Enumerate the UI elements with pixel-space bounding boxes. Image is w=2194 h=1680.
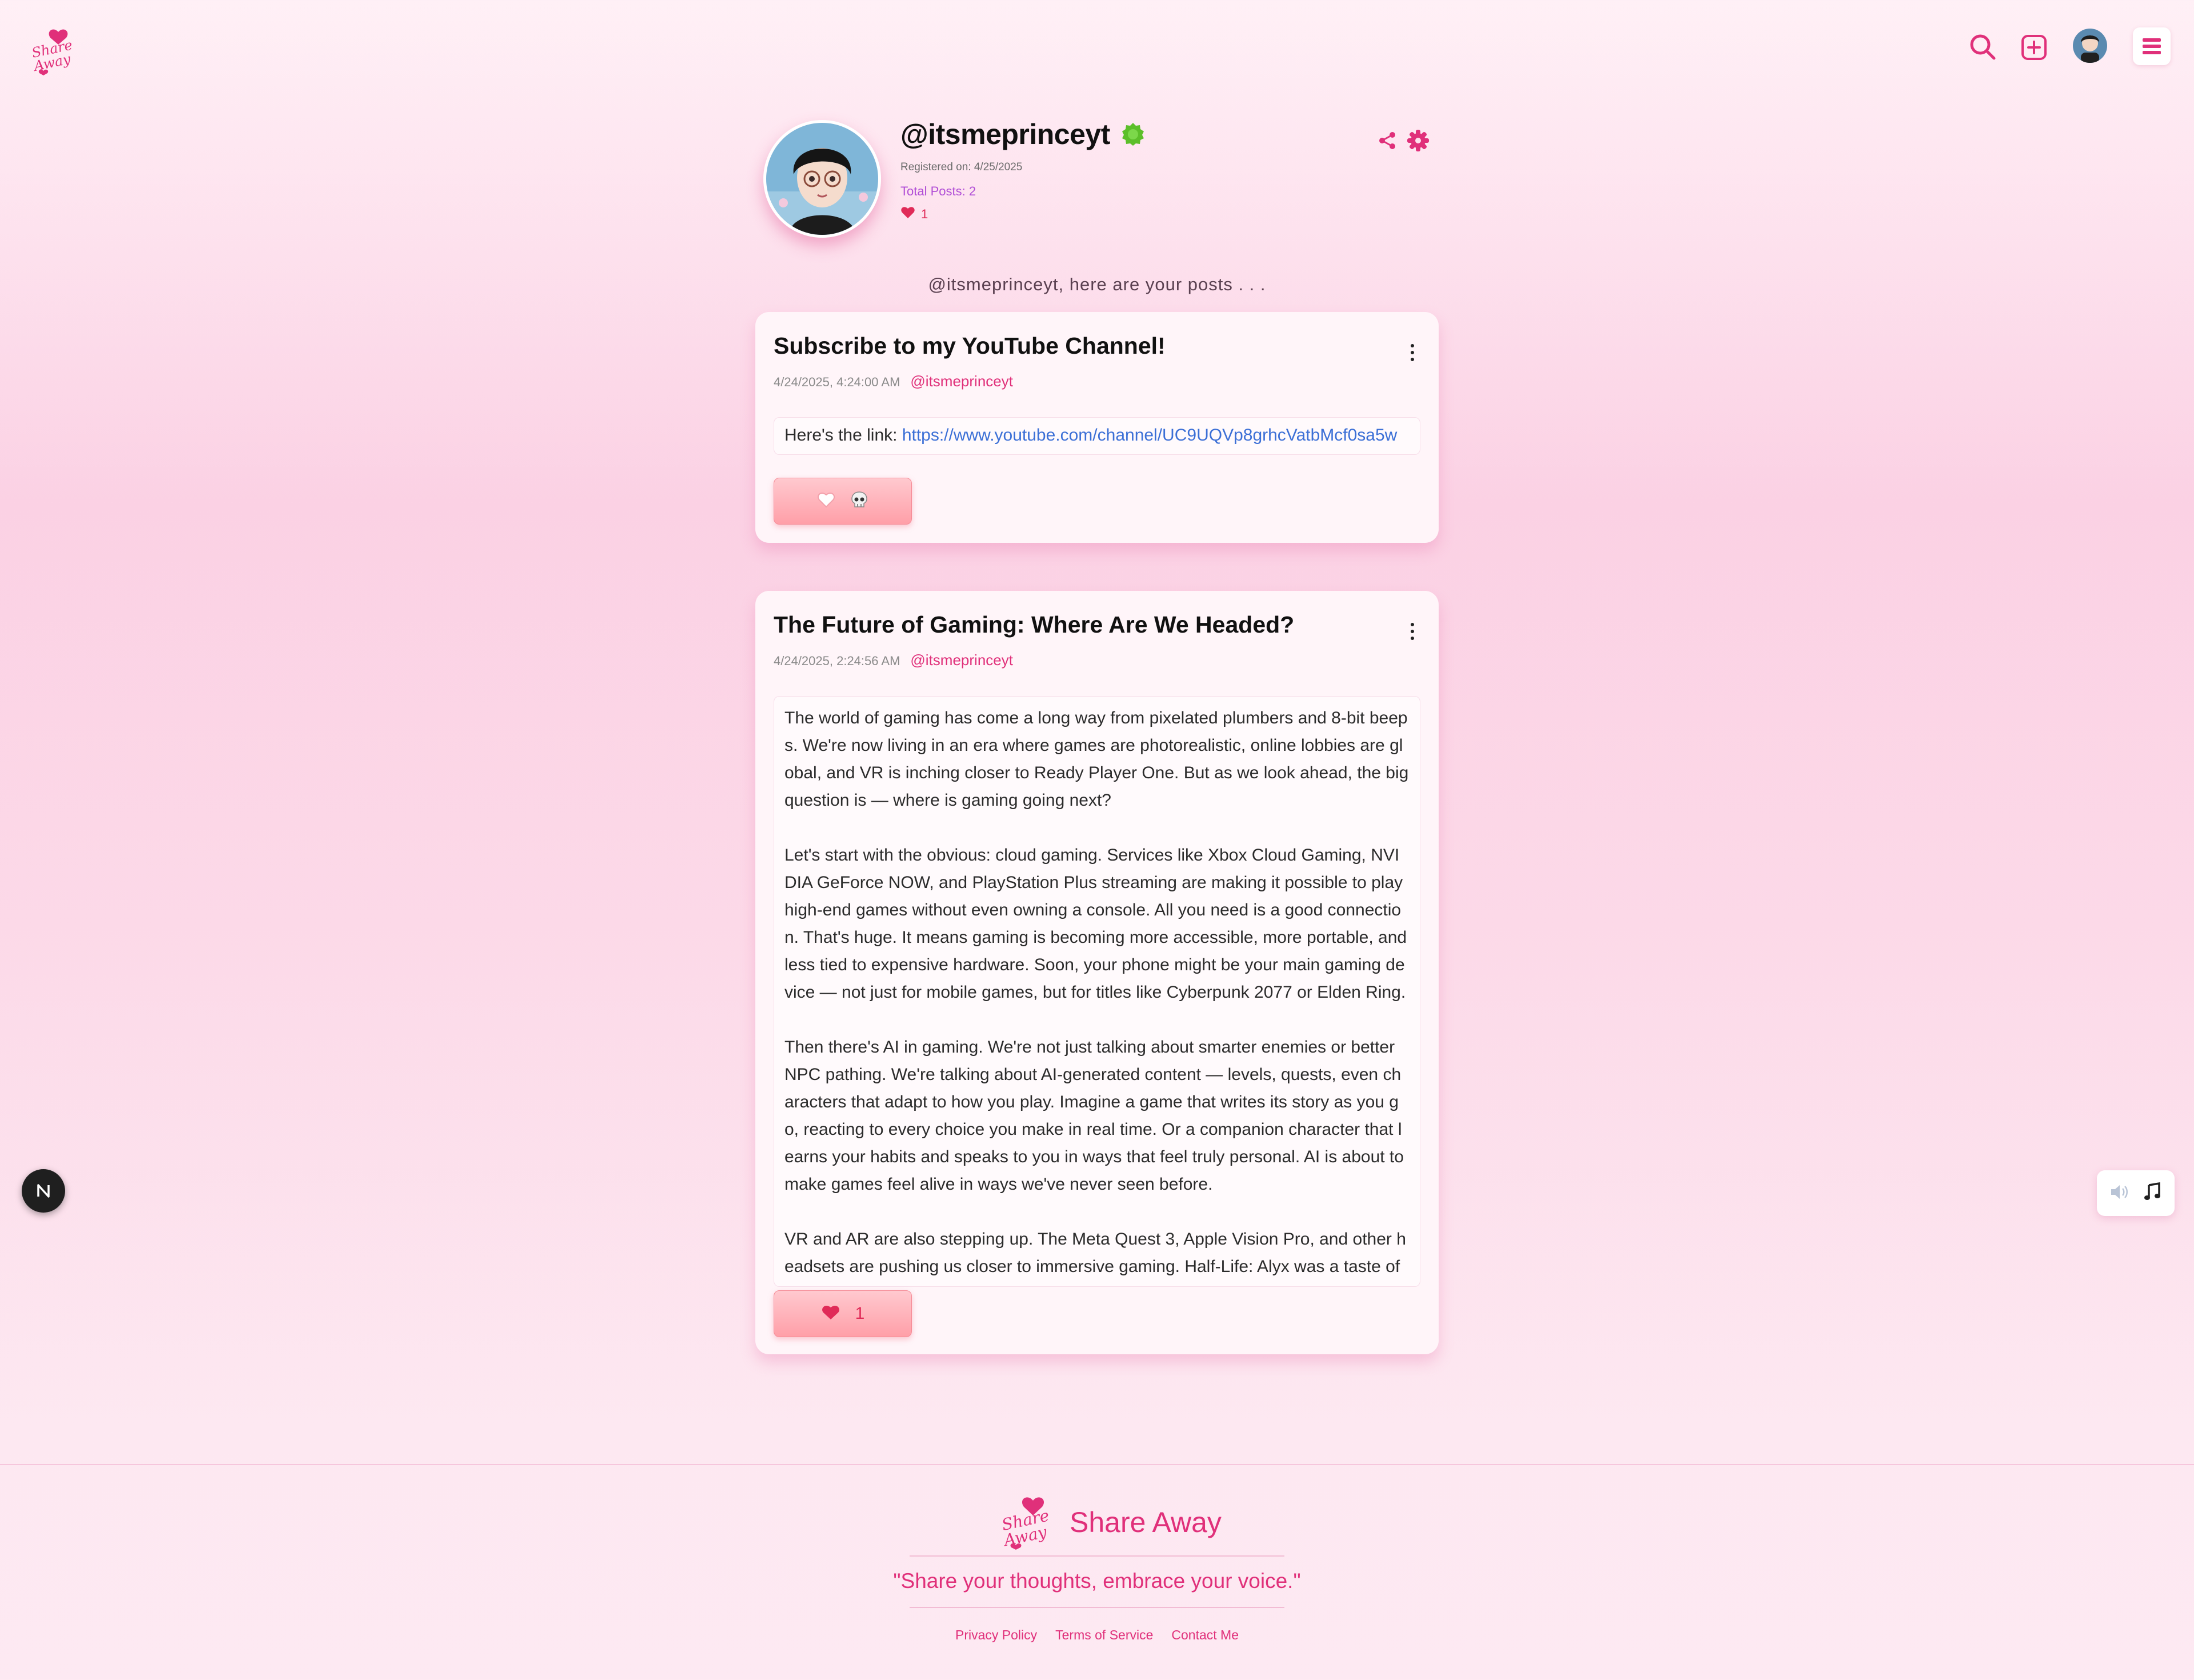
profile-likes-count: 1	[921, 206, 928, 221]
post-paragraph: VR and AR are also stepping up. The Meta…	[784, 1230, 1406, 1276]
avatar[interactable]	[2073, 29, 2107, 63]
brand-logo[interactable]: Share Away	[29, 27, 74, 75]
heart-outline-icon	[817, 491, 835, 511]
hamburger-menu-icon[interactable]	[2133, 27, 2171, 65]
profile-username: @itsmeprinceyt	[900, 118, 1110, 150]
music-note-icon[interactable]	[2143, 1182, 2162, 1205]
registration-date: Registered on: 4/25/2025	[900, 161, 1023, 173]
dev-tools-badge[interactable]	[22, 1169, 65, 1213]
profile-avatar	[763, 120, 881, 238]
skull-icon	[850, 491, 868, 512]
terms-of-service-link[interactable]: Terms of Service	[1055, 1627, 1153, 1643]
like-count: 1	[855, 1304, 865, 1323]
footer-divider	[910, 1607, 1284, 1608]
like-button[interactable]: 1	[774, 1290, 912, 1337]
privacy-policy-link[interactable]: Privacy Policy	[955, 1627, 1037, 1643]
footer: Share Away Share Away "Share your though…	[0, 1464, 2194, 1680]
music-player-widget	[2097, 1170, 2175, 1216]
post-card: The Future of Gaming: Where Are We Heade…	[755, 591, 1439, 1354]
speaker-icon[interactable]	[2109, 1183, 2130, 1204]
post-card: Subscribe to my YouTube Channel! 4/24/20…	[755, 312, 1439, 543]
post-title: Subscribe to my YouTube Channel!	[774, 333, 1166, 359]
post-options-icon[interactable]	[1409, 623, 1416, 640]
footer-divider	[910, 1555, 1284, 1557]
post-options-icon[interactable]	[1409, 344, 1416, 361]
post-paragraph: The world of gaming has come a long way …	[784, 709, 1409, 810]
reaction-button[interactable]	[774, 478, 912, 525]
contact-me-link[interactable]: Contact Me	[1171, 1627, 1239, 1643]
footer-brand-name: Share Away	[1070, 1506, 1222, 1538]
post-link[interactable]: https://www.youtube.com/channel/UC9UQVp8…	[902, 426, 1398, 445]
post-body-text: Here's the link:	[784, 426, 902, 445]
post-date: 4/24/2025, 4:24:00 AM	[774, 375, 900, 389]
heart-icon	[821, 1304, 840, 1324]
post-title: The Future of Gaming: Where Are We Heade…	[774, 611, 1295, 638]
post-date: 4/24/2025, 2:24:56 AM	[774, 654, 900, 668]
post-paragraph: Let's start with the obvious: cloud gami…	[784, 846, 1407, 1002]
post-author[interactable]: @itsmeprinceyt	[910, 373, 1013, 390]
total-posts: Total Posts: 2	[900, 184, 976, 198]
create-post-icon[interactable]	[2018, 31, 2050, 63]
heart-icon	[900, 206, 915, 222]
search-icon[interactable]	[1965, 30, 2000, 64]
posts-intro: @itsmeprinceyt, here are your posts . . …	[928, 274, 1266, 294]
post-body[interactable]: The world of gaming has come a long way …	[774, 696, 1420, 1287]
post-author[interactable]: @itsmeprinceyt	[910, 651, 1013, 669]
footer-tagline: "Share your thoughts, embrace your voice…	[893, 1569, 1301, 1593]
verified-badge-icon	[1120, 122, 1146, 147]
settings-gear-icon[interactable]	[1407, 129, 1430, 152]
post-body: Here's the link: https://www.youtube.com…	[774, 417, 1420, 455]
share-icon[interactable]	[1377, 130, 1398, 151]
post-paragraph: Then there's AI in gaming. We're not jus…	[784, 1038, 1404, 1194]
footer-logo: Share Away	[998, 1495, 1052, 1550]
